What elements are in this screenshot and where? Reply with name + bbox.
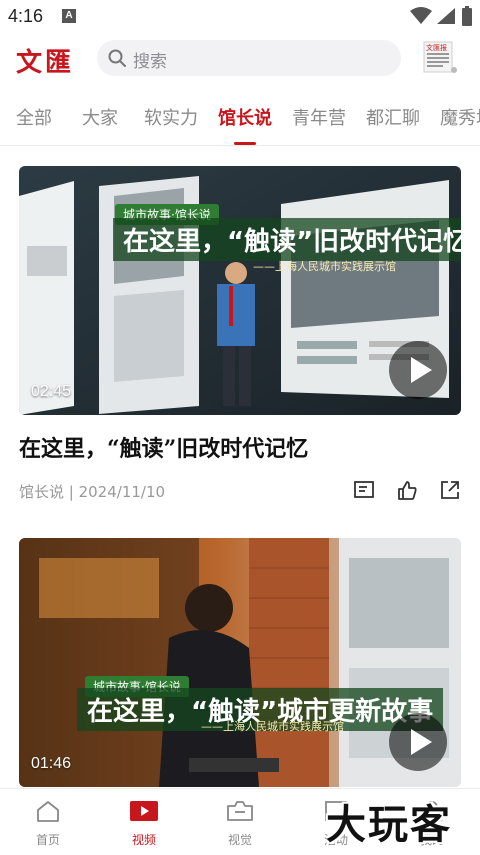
overlay-title: 在这里，“触读”旧改时代记忆 (113, 218, 461, 261)
status-time: 4:16 (8, 6, 44, 26)
signal-icon (437, 8, 455, 24)
notification-icon: A (62, 9, 76, 23)
video-meta: 馆长说 | 2024/11/10 (19, 481, 461, 503)
search-icon (108, 49, 126, 67)
video-card[interactable]: 城市故事·馆长说 在这里，“触读”旧改时代记忆 ——上海人民城市实践展示馆 02… (19, 166, 461, 503)
tab-soft-power[interactable]: 软实力 (144, 104, 198, 130)
category-tabs: 全部 大家 软实力 馆长说 青年营 都汇聊 魔秀场 (0, 90, 480, 146)
video-actions (337, 479, 461, 505)
battery-icon (462, 6, 472, 26)
play-icon (411, 357, 432, 383)
thumbs-up-icon[interactable] (396, 479, 418, 505)
watermark: 大玩客 (326, 802, 452, 848)
search-placeholder: 搜索 (133, 52, 167, 72)
play-icon (411, 729, 432, 755)
app-logo[interactable]: 文匯 (16, 42, 74, 79)
tab-all[interactable]: 全部 (16, 104, 52, 130)
newspaper-icon-caption: 文匯报 (426, 43, 447, 52)
play-button[interactable] (389, 713, 447, 771)
video-thumbnail[interactable]: 城市故事·馆长说 在这里，“触读”旧改时代记忆 ——上海人民城市实践展示馆 02… (19, 166, 461, 415)
wifi-icon (410, 7, 432, 24)
status-bar: 4:16 A (0, 0, 480, 34)
nav-visual-label: 视觉 (227, 833, 252, 847)
app-header: 文匯 搜索 文匯报 (0, 34, 480, 84)
video-card[interactable]: 城市故事·馆长说 在这里，“触读”城市更新故事 ——上海人民城市实践展示馆 01… (19, 538, 461, 787)
comment-icon[interactable] (353, 479, 375, 505)
tabs-divider (0, 145, 480, 146)
tab-magic-show[interactable]: 魔秀场 (440, 104, 480, 130)
video-title[interactable]: 在这里，“触读”旧改时代记忆 (19, 431, 461, 463)
video-source-date: 馆长说 | 2024/11/10 (19, 483, 166, 501)
search-input[interactable]: 搜索 (97, 40, 401, 76)
nav-video-label: 视频 (131, 833, 156, 847)
tab-curator-talk[interactable]: 馆长说 (218, 104, 272, 130)
video-duration: 02:45 (31, 383, 72, 400)
nav-home[interactable]: 首页 (13, 799, 83, 848)
newspaper-icon[interactable]: 文匯报 (423, 39, 459, 75)
tab-youth-camp[interactable]: 青年营 (292, 104, 346, 130)
share-icon[interactable] (439, 479, 461, 505)
nav-home-label: 首页 (35, 833, 60, 847)
play-button[interactable] (389, 341, 447, 399)
overlay-subtitle: ——上海人民城市实践展示馆 (253, 260, 396, 273)
nav-visual[interactable]: 视觉 (205, 799, 275, 848)
video-icon (130, 801, 158, 821)
camera-icon (227, 801, 253, 821)
video-thumbnail[interactable]: 城市故事·馆长说 在这里，“触读”城市更新故事 ——上海人民城市实践展示馆 01… (19, 538, 461, 787)
video-duration: 01:46 (31, 755, 72, 772)
home-icon (37, 801, 59, 822)
nav-video[interactable]: 视频 (109, 799, 179, 848)
tab-city-chat[interactable]: 都汇聊 (366, 104, 420, 130)
tab-dajia[interactable]: 大家 (82, 104, 118, 130)
overlay-subtitle: ——上海人民城市实践展示馆 (201, 720, 344, 733)
